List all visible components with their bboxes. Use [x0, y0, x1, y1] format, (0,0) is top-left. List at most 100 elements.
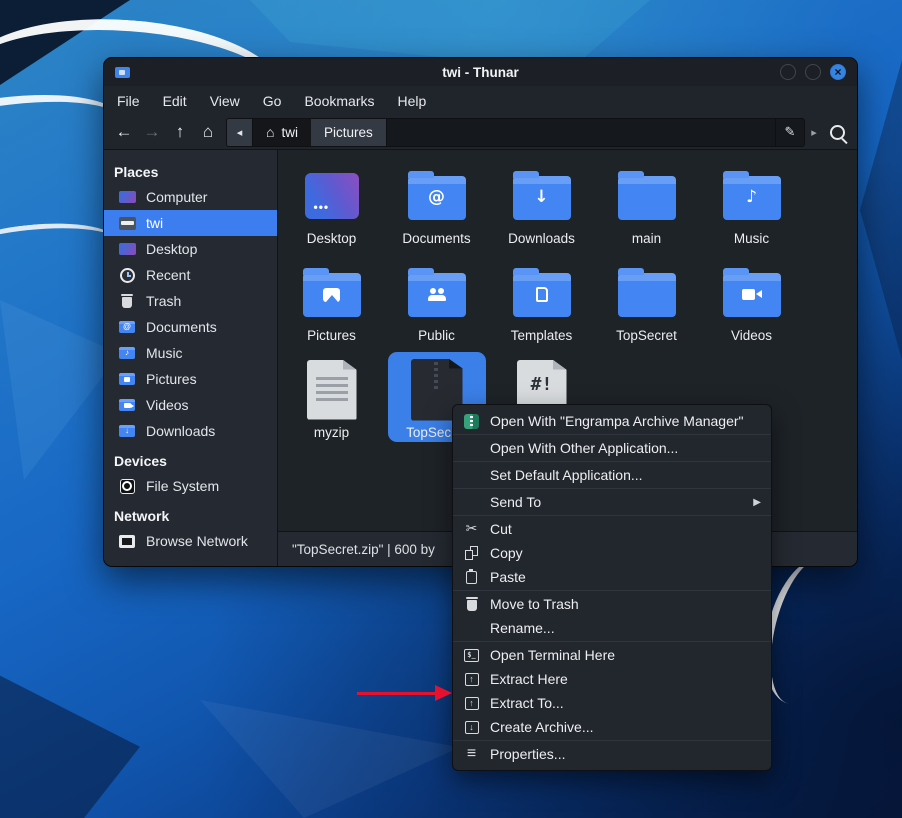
- folder-icon: ↓: [513, 176, 571, 220]
- text-file-icon: [307, 360, 357, 420]
- menu-item-open-terminal-here[interactable]: $_Open Terminal Here: [453, 643, 771, 667]
- menu-item-properties[interactable]: ≡Properties...: [453, 742, 771, 766]
- home-button[interactable]: ⌂: [194, 119, 222, 145]
- menu-item-paste[interactable]: Paste: [453, 565, 771, 589]
- sidebar-item-recent[interactable]: Recent: [104, 262, 277, 288]
- trash-icon: [466, 597, 478, 611]
- annotation-arrow: [357, 685, 453, 701]
- file-topsecret[interactable]: TopSecret: [598, 255, 696, 345]
- file-label: Downloads: [508, 231, 575, 246]
- arrow-head: [435, 685, 452, 701]
- file-pictures[interactable]: Pictures: [283, 255, 381, 345]
- properties-icon: ≡: [467, 746, 476, 762]
- menu-separator: [453, 590, 771, 591]
- template-emblem: [536, 287, 548, 302]
- file-label: main: [632, 231, 661, 246]
- menu-item-move-to-trash[interactable]: Move to Trash: [453, 592, 771, 616]
- folder-icon: [618, 273, 676, 317]
- menu-item-label: Open With "Engrampa Archive Manager": [490, 413, 744, 429]
- file-label: Desktop: [307, 231, 357, 246]
- sidebar-item-videos[interactable]: Videos: [104, 392, 277, 418]
- desktop-tile-icon: •••: [305, 173, 359, 219]
- pictures-folder-icon: [119, 373, 135, 385]
- menu-file[interactable]: File: [117, 93, 140, 109]
- menu-item-open-with-engrampa-archive-manager[interactable]: Open With "Engrampa Archive Manager": [453, 409, 771, 433]
- path-scroll-left-button[interactable]: ◂: [227, 119, 253, 146]
- menu-help[interactable]: Help: [398, 93, 427, 109]
- edit-path-icon[interactable]: ✎: [775, 119, 804, 146]
- search-button[interactable]: [823, 119, 851, 145]
- download-arrow-emblem: ↓: [534, 189, 548, 206]
- close-button[interactable]: ×: [830, 64, 846, 80]
- menu-item-label: Extract Here: [490, 671, 568, 687]
- sidebar-item-documents[interactable]: @Documents: [104, 314, 277, 340]
- file-music[interactable]: ♪Music: [703, 158, 801, 248]
- file-public[interactable]: Public: [388, 255, 486, 345]
- sidebar-item-twi[interactable]: twi: [104, 210, 277, 236]
- menu-separator: [453, 515, 771, 516]
- path-segment-twi[interactable]: ⌂ twi: [253, 119, 311, 146]
- file-label: myzip: [314, 425, 349, 440]
- submenu-arrow-icon: ▶: [753, 497, 761, 508]
- sidebar-item-downloads[interactable]: ↓Downloads: [104, 418, 277, 444]
- wallpaper-shard: [0, 300, 120, 480]
- menu-bookmarks[interactable]: Bookmarks: [304, 93, 374, 109]
- paste-icon: [466, 571, 477, 584]
- sidebar-item-label: Recent: [146, 267, 190, 283]
- sidebar-item-music[interactable]: ♪Music: [104, 340, 277, 366]
- menu-separator: [453, 488, 771, 489]
- recent-clock-icon: [120, 268, 135, 283]
- sidebar-item-label: Pictures: [146, 371, 197, 387]
- menu-item-create-archive[interactable]: ↓Create Archive...: [453, 715, 771, 739]
- menu-item-set-default-application[interactable]: Set Default Application...: [453, 463, 771, 487]
- path-bar-empty[interactable]: [387, 119, 775, 146]
- menu-item-label: Copy: [490, 545, 523, 561]
- thunar-folder-icon: [115, 67, 130, 78]
- sidebar-item-file-system[interactable]: File System: [104, 473, 277, 499]
- menu-item-label: Send To: [490, 494, 541, 510]
- forward-button[interactable]: →: [138, 119, 166, 145]
- menu-edit[interactable]: Edit: [163, 93, 187, 109]
- sidebar-item-browse-network[interactable]: Browse Network: [104, 528, 277, 554]
- window-controls: ×: [780, 64, 846, 80]
- menu-item-label: Extract To...: [490, 695, 564, 711]
- menu-item-open-with-other-application[interactable]: Open With Other Application...: [453, 436, 771, 460]
- menu-item-cut[interactable]: ✂Cut: [453, 517, 771, 541]
- wallpaper-shard: [0, 640, 140, 818]
- home-folder-icon: [119, 217, 136, 230]
- file-myzip[interactable]: myzip: [283, 352, 381, 442]
- menu-item-extract-to[interactable]: ↑ Extract To...: [453, 691, 771, 715]
- menu-view[interactable]: View: [210, 93, 240, 109]
- file-main[interactable]: main: [598, 158, 696, 248]
- sidebar-item-pictures[interactable]: Pictures: [104, 366, 277, 392]
- titlebar[interactable]: twi - Thunar ×: [104, 58, 857, 86]
- sidebar-item-label: Trash: [146, 293, 181, 309]
- back-button[interactable]: ←: [110, 119, 138, 145]
- extract-icon: ↑: [465, 697, 479, 710]
- file-templates[interactable]: Templates: [493, 255, 591, 345]
- file-documents[interactable]: @Documents: [388, 158, 486, 248]
- menu-item-send-to[interactable]: Send To ▶: [453, 490, 771, 514]
- file-videos[interactable]: Videos: [703, 255, 801, 345]
- minimize-button[interactable]: [780, 64, 796, 80]
- sidebar-item-desktop[interactable]: Desktop: [104, 236, 277, 262]
- menu-item-extract-here[interactable]: ↑Extract Here: [453, 667, 771, 691]
- trash-icon: [121, 294, 133, 308]
- file-downloads[interactable]: ↓ Downloads: [493, 158, 591, 248]
- menu-separator: [453, 641, 771, 642]
- path-segment-pictures[interactable]: Pictures: [311, 119, 387, 146]
- maximize-button[interactable]: [805, 64, 821, 80]
- search-icon: [830, 125, 845, 140]
- menu-go[interactable]: Go: [263, 93, 282, 109]
- sidebar-item-trash[interactable]: Trash: [104, 288, 277, 314]
- people-emblem: [428, 288, 446, 301]
- menu-item-rename[interactable]: Rename...: [453, 616, 771, 640]
- path-scroll-right-button[interactable]: ▸: [805, 126, 823, 139]
- file-desktop[interactable]: ••• Desktop: [283, 158, 381, 248]
- menu-item-copy[interactable]: Copy: [453, 541, 771, 565]
- sidebar-item-computer[interactable]: Computer: [104, 184, 277, 210]
- sidebar-item-label: Music: [146, 345, 183, 361]
- sidebar-item-label: Downloads: [146, 423, 215, 439]
- sidebar-item-label: File System: [146, 478, 219, 494]
- up-button[interactable]: ↑: [166, 119, 194, 145]
